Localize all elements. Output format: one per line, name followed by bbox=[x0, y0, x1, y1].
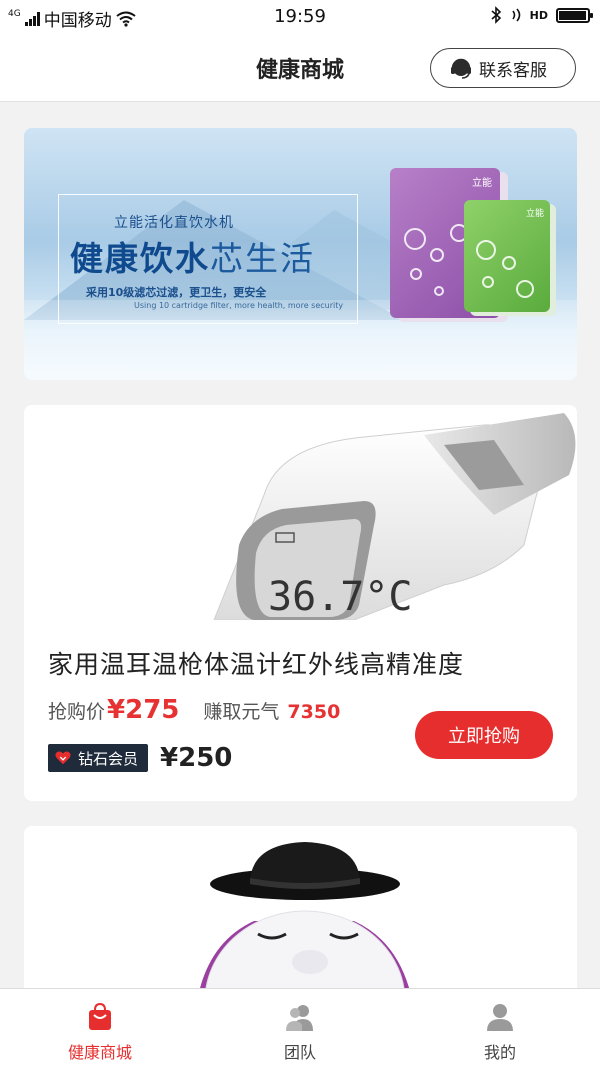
sale-price: ¥275 bbox=[107, 695, 180, 725]
team-icon bbox=[286, 1005, 313, 1031]
tab-mine[interactable]: 我的 bbox=[400, 989, 600, 1067]
tab-label: 团队 bbox=[283, 1043, 316, 1062]
product-card[interactable] bbox=[24, 826, 577, 988]
tab-label: 健康商城 bbox=[67, 1043, 132, 1062]
thermometer-illustration: 36.7°C bbox=[213, 413, 576, 620]
tab-health-mall[interactable]: 健康商城 bbox=[0, 989, 200, 1067]
product-card[interactable]: 36.7°C 家用温耳温枪体温计红外线高精准度 抢购价 ¥275 赚取元气 73… bbox=[24, 405, 577, 801]
buy-now-button[interactable]: 立即抢购 bbox=[415, 711, 553, 759]
banner-headline: 健康饮水芯生活 bbox=[70, 232, 315, 280]
product-name[interactable]: 家用温耳温枪体温计红外线高精准度 bbox=[48, 645, 464, 681]
vip-price-row: 钻石会员 ¥250 bbox=[48, 743, 232, 773]
bluetooth-icon bbox=[491, 6, 501, 24]
product-image-humidifier[interactable] bbox=[24, 826, 577, 988]
thermometer-reading: 36.7°C bbox=[268, 574, 413, 620]
tab-team[interactable]: 团队 bbox=[200, 989, 400, 1067]
banner-tagline-en: Using 10 cartridge filter, more health, … bbox=[134, 301, 344, 310]
hd-label: HD bbox=[529, 8, 548, 22]
banner-tagline: 采用10级滤芯过滤，更卫生，更安全 bbox=[86, 286, 267, 299]
vip-label: 钻石会员 bbox=[78, 749, 139, 768]
vip-price: ¥250 bbox=[160, 743, 233, 773]
banner-headline-light: 芯生活 bbox=[210, 239, 315, 278]
earn-value: 7350 bbox=[287, 701, 341, 723]
purifier-brand: 立能 bbox=[472, 178, 492, 189]
price-row: 抢购价 ¥275 赚取元气 7350 bbox=[48, 695, 340, 725]
snowman-humidifier-illustration bbox=[200, 842, 410, 988]
battery-icon bbox=[556, 7, 593, 23]
product-image-thermometer[interactable]: 36.7°C bbox=[24, 405, 577, 620]
heart-icon bbox=[55, 751, 71, 765]
user-icon bbox=[487, 1004, 513, 1031]
vip-badge: 钻石会员 bbox=[48, 744, 149, 772]
earn-label: 赚取元气 bbox=[203, 701, 280, 723]
promo-banner[interactable]: 立能活化直饮水机 健康饮水芯生活 采用10级滤芯过滤，更卫生，更安全 Using… bbox=[24, 128, 577, 380]
bottom-tab-bar: 健康商城 团队 我的 bbox=[0, 988, 600, 1067]
contact-service-button[interactable]: 联系客服 bbox=[430, 48, 576, 88]
purifier-brand: 立能 bbox=[525, 209, 544, 219]
price-label: 抢购价 bbox=[48, 701, 106, 723]
contact-service-label: 联系客服 bbox=[479, 60, 547, 81]
shopping-bag-icon bbox=[89, 1002, 111, 1030]
app-header: 健康商城 联系客服 bbox=[0, 34, 600, 102]
status-right: HD bbox=[490, 6, 593, 24]
banner-subtitle: 立能活化直饮水机 bbox=[114, 215, 234, 231]
water-purifier-green: 立能 bbox=[464, 200, 550, 312]
headset-icon bbox=[451, 58, 471, 79]
banner-headline-bold: 健康饮水 bbox=[70, 239, 210, 278]
tab-label: 我的 bbox=[483, 1043, 516, 1062]
main-content[interactable]: 立能活化直饮水机 健康饮水芯生活 采用10级滤芯过滤，更卫生，更安全 Using… bbox=[0, 103, 600, 988]
status-bar: 4G 中国移动 19:59 HD bbox=[0, 0, 600, 34]
volte-icon bbox=[511, 8, 520, 22]
